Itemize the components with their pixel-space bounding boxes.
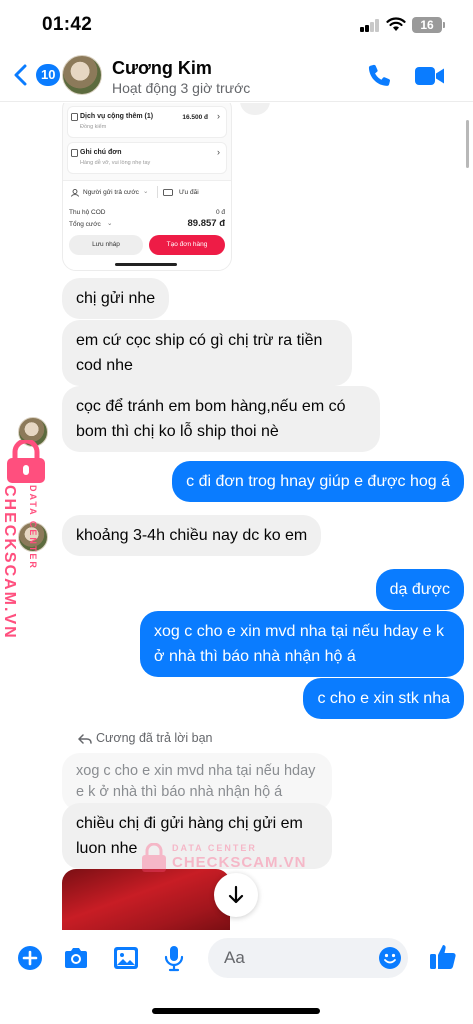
watermark-small-text: DATA CENTER [172,843,257,853]
gallery-icon[interactable] [112,944,140,972]
note-title: Ghi chú đơn [80,149,122,156]
message-incoming[interactable]: cọc để tránh em bom hàng,nếu em có bom t… [62,386,380,452]
extra-service-value: 16.500 đ [182,114,208,121]
chevron-right-icon: › [217,111,220,121]
note-icon [71,149,78,157]
extra-service-title: Dịch vụ cộng thêm (1) [80,113,154,120]
cod-value: 0 đ [215,209,225,216]
chevron-right-icon: › [217,147,220,157]
message-input[interactable]: Aa [208,938,408,978]
order-extra-service-row: Dịch vụ cộng thêm (1) Đồng kiểm 16.500 đ… [67,106,227,138]
arrow-down-icon [228,885,244,904]
order-note-row: Ghi chú đơn Hàng dễ vỡ, vui lòng nhẹ tay… [67,142,227,174]
save-draft-button: Lưu nháp [69,235,143,255]
message-outgoing[interactable]: c cho e xin stk nha [303,678,464,719]
back-button[interactable]: 10 [12,62,61,88]
unread-count-badge: 10 [36,64,61,86]
promo-label: Ưu đãi [179,189,199,196]
contact-avatar[interactable] [62,55,102,95]
status-bar: 01:42 16 [0,0,473,50]
message-incoming[interactable]: em cứ cọc ship có gì chị trừ ra tiền cod… [62,320,352,386]
message-outgoing[interactable]: dạ được [375,569,464,610]
chevron-down-icon: ⌄ [143,188,149,195]
create-order-button: Tạo đơn hàng [149,235,225,255]
total-value: 89.857 đ [187,218,226,229]
reply-arrow-icon [78,734,92,744]
message-incoming[interactable]: khoảng 3-4h chiều nay dc ko em [62,515,322,556]
user-icon [71,189,79,197]
contact-name[interactable]: Cương Kim [112,58,212,79]
thumbs-up-icon[interactable] [428,942,458,972]
message-list[interactable]: Dịch vụ cộng thêm (1) Đồng kiểm 16.500 đ… [0,103,473,930]
note-sub: Hàng dễ vỡ, vui lòng nhẹ tay [80,160,151,166]
wifi-icon [386,17,406,31]
scrollbar[interactable] [466,120,469,168]
reply-label: Cương đã trả lời bạn [96,731,213,745]
order-summary: Người gửi trả cước ⌄ Ưu đãi Thu hộ COD 0… [63,180,231,270]
status-time: 01:42 [42,14,93,35]
cod-label: Thu hộ COD [69,209,106,216]
lock-icon [7,440,45,483]
message-incoming[interactable]: chị gửi nhe [62,278,170,319]
emoji-icon[interactable] [378,946,402,970]
phone-call-icon[interactable] [366,62,394,90]
payer-label: Người gửi trả cước [83,189,139,196]
home-indicator [152,1008,320,1014]
battery-icon: 16 [412,17,442,33]
conversation-header: 10 Cương Kim Hoạt động 3 giờ trước [0,50,473,102]
message-input-placeholder: Aa [224,948,245,967]
scroll-to-bottom-button[interactable] [214,873,258,917]
ticket-icon [163,189,173,196]
extra-service-sub: Đồng kiểm [80,124,107,130]
video-call-icon[interactable] [414,63,446,89]
microphone-icon[interactable] [160,944,188,972]
divider [157,186,158,198]
home-indicator-in-screenshot [115,263,177,266]
chevron-down-icon: ⌄ [107,220,113,227]
watermark-big-text: CHECKSCAM.VN [1,485,18,640]
reaction-bubble[interactable] [240,103,270,115]
battery-nub [443,22,445,28]
message-outgoing[interactable]: xog c cho e xin mvd nha tại nếu hday e k… [140,611,464,677]
watermark-big-text: CHECKSCAM.VN [172,854,307,871]
image-attachment-order-form[interactable]: Dịch vụ cộng thêm (1) Đồng kiểm 16.500 đ… [62,103,232,271]
total-label: Tổng cước [69,221,101,228]
image-attachment[interactable] [62,869,230,930]
lock-icon [142,843,166,872]
camera-icon[interactable] [62,944,90,972]
message-composer: Aa [0,930,473,986]
document-icon [71,113,78,121]
cellular-signal-icon [360,19,380,32]
chevron-left-icon [14,64,27,86]
watermark-small-text: DATA CENTER [28,485,38,570]
contact-activity-status: Hoạt động 3 giờ trước [112,80,251,96]
message-outgoing[interactable]: c đi đơn trog hnay giúp e được hog á [172,461,464,502]
watermark-left: CHECKSCAM.VN DATA CENTER [0,410,56,650]
watermark-center: DATA CENTER CHECKSCAM.VN [140,841,306,877]
plus-icon[interactable] [16,944,44,972]
